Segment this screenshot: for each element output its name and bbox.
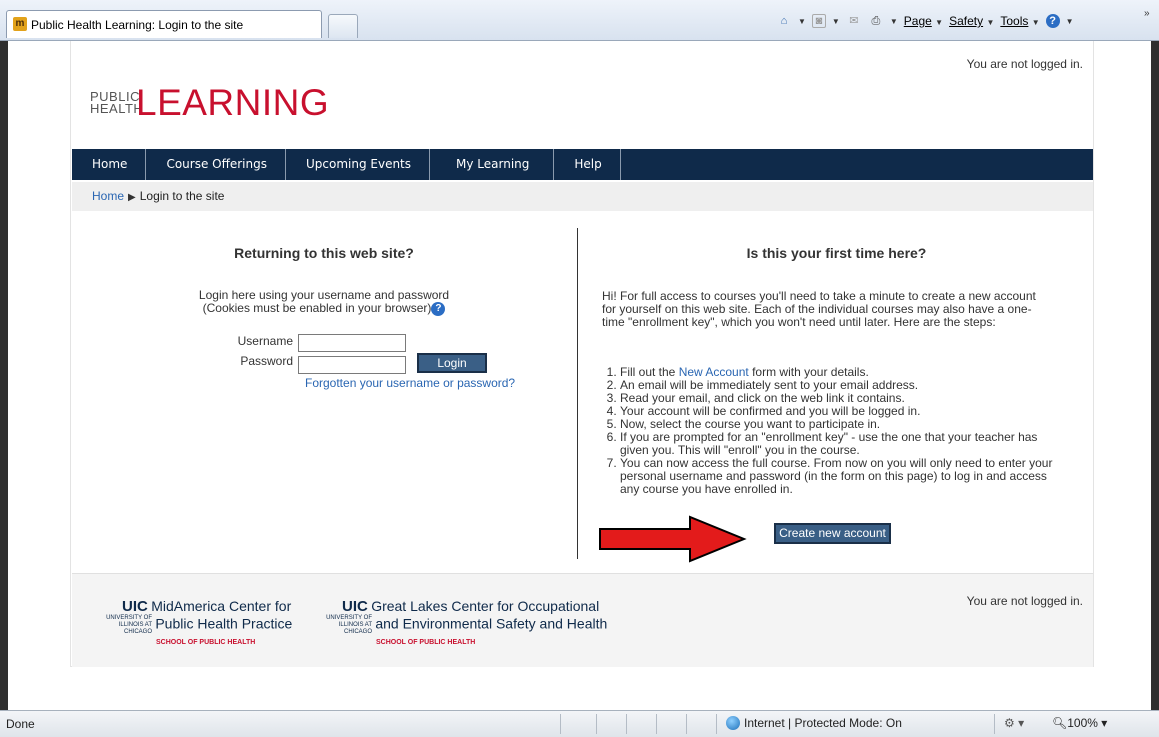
help-dropdown-icon[interactable]: ▼ xyxy=(1066,17,1074,26)
list-item: If you are prompted for an "enrollment k… xyxy=(620,431,1060,457)
login-status: You are not logged in. xyxy=(966,57,1083,71)
nav-course-offerings[interactable]: Course Offerings xyxy=(146,149,286,180)
window-frame-right xyxy=(1151,41,1159,710)
logo-big-text: LEARNING xyxy=(136,82,330,123)
mail-icon[interactable]: ✉ xyxy=(846,13,862,29)
page-footer: You are not logged in. UIC MidAmerica Ce… xyxy=(72,573,1093,667)
feeds-icon[interactable]: ◙ xyxy=(811,14,826,28)
nav-upcoming-events[interactable]: Upcoming Events xyxy=(286,149,431,180)
protected-mode-icon[interactable]: ⚙ ▾ xyxy=(1004,716,1024,730)
status-divider xyxy=(626,714,627,734)
forgot-password-link[interactable]: Forgotten your username or password? xyxy=(305,376,515,390)
status-divider xyxy=(656,714,657,734)
signup-steps: Fill out the New Account form with your … xyxy=(602,366,1060,496)
tools-menu[interactable]: Tools ▼ xyxy=(1000,14,1039,28)
breadcrumb-separator-icon: ▶ xyxy=(128,192,136,203)
create-account-button[interactable]: Create new account xyxy=(774,523,891,544)
globe-icon xyxy=(726,716,740,730)
safety-menu[interactable]: Safety ▼ xyxy=(949,14,994,28)
help-icon[interactable]: ? xyxy=(431,302,446,316)
status-divider xyxy=(596,714,597,734)
footer-login-status: You are not logged in. xyxy=(966,594,1083,608)
more-chevron-icon[interactable]: » xyxy=(1144,8,1150,19)
status-text: Done xyxy=(6,717,35,731)
signup-heading: Is this your first time here? xyxy=(746,245,927,261)
security-zone[interactable]: Internet | Protected Mode: On xyxy=(726,716,902,730)
nav-home[interactable]: Home xyxy=(72,149,147,180)
home-dropdown-icon[interactable]: ▼ xyxy=(798,17,806,26)
feeds-dropdown-icon[interactable]: ▼ xyxy=(832,17,840,26)
login-description: Login here using your username and passw… xyxy=(198,288,450,316)
home-icon[interactable]: ⌂ xyxy=(776,13,792,29)
status-divider xyxy=(994,714,995,734)
status-divider xyxy=(560,714,561,734)
site-favicon-icon: m xyxy=(13,17,27,31)
page-container: You are not logged in. PUBLIC HEALTH LEA… xyxy=(70,41,1094,667)
tab-title: Public Health Learning: Login to the sit… xyxy=(31,18,244,32)
browser-toolbar: m Public Health Learning: Login to the s… xyxy=(0,0,1159,41)
zoom-control[interactable]: 🔍︎100% ▾ xyxy=(1052,716,1107,730)
print-dropdown-icon[interactable]: ▼ xyxy=(890,17,898,26)
signup-intro: Hi! For full access to courses you'll ne… xyxy=(602,289,1036,329)
browser-tab[interactable]: m Public Health Learning: Login to the s… xyxy=(6,10,322,38)
username-label: Username xyxy=(237,334,293,348)
print-icon[interactable]: ⎙ xyxy=(868,13,884,29)
breadcrumb-home-link[interactable]: Home xyxy=(92,189,124,203)
page-viewport: You are not logged in. PUBLIC HEALTH LEA… xyxy=(8,41,1151,710)
column-divider xyxy=(577,228,578,559)
list-item: You can now access the full course. From… xyxy=(620,457,1060,496)
midamerica-center-logo[interactable]: UIC MidAmerica Center for UNIVERSITY OF … xyxy=(92,598,292,647)
main-nav: Home Course Offerings Upcoming Events My… xyxy=(72,149,1093,180)
new-tab-button[interactable] xyxy=(328,14,358,38)
nav-my-learning[interactable]: My Learning xyxy=(430,149,555,180)
nav-help[interactable]: Help xyxy=(554,149,621,180)
password-label: Password xyxy=(240,354,293,368)
window-frame-left xyxy=(0,41,8,710)
great-lakes-center-logo[interactable]: UIC Great Lakes Center for Occupational … xyxy=(312,598,607,647)
status-divider xyxy=(716,714,717,734)
username-input[interactable] xyxy=(298,334,406,352)
login-heading: Returning to this web site? xyxy=(234,245,414,261)
help-menu-icon[interactable]: ? xyxy=(1045,14,1060,28)
password-input[interactable] xyxy=(298,356,406,374)
login-button[interactable]: Login xyxy=(417,353,487,373)
red-arrow-icon xyxy=(599,515,747,563)
status-bar: Done Internet | Protected Mode: On ⚙ ▾ 🔍… xyxy=(0,710,1159,737)
status-divider xyxy=(686,714,687,734)
page-menu[interactable]: Page ▼ xyxy=(904,14,943,28)
breadcrumb-current: Login to the site xyxy=(139,189,225,203)
new-account-link[interactable]: New Account xyxy=(679,365,749,379)
command-bar: ⌂ ▼ ◙ ▼ ✉ ⎙ ▼ Page ▼ Safety ▼ Tools ▼ ? ▼ xyxy=(776,10,1074,32)
breadcrumb: Home ▶ Login to the site xyxy=(72,182,1093,211)
